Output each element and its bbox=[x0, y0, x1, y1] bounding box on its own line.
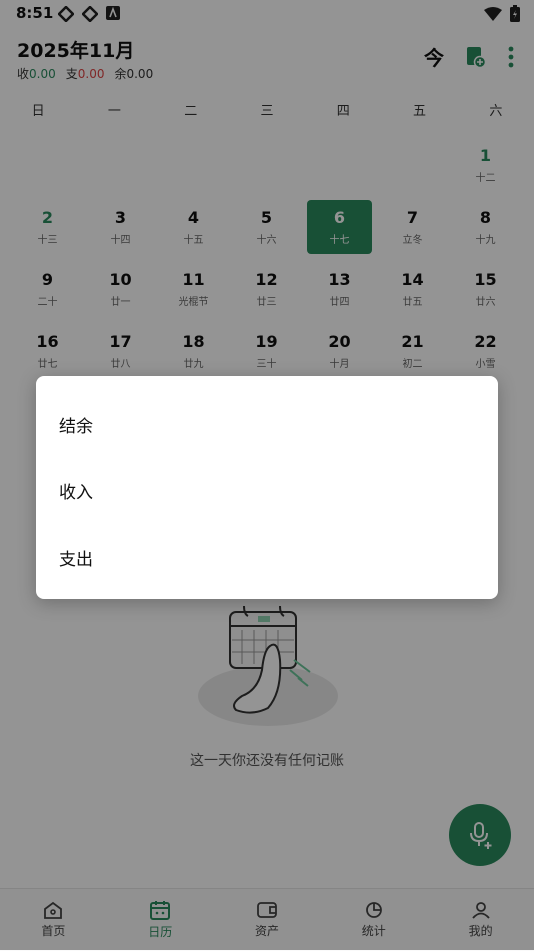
option-balance[interactable]: 结余 bbox=[59, 412, 93, 437]
option-dialog: 结余 收入 支出 bbox=[36, 376, 498, 599]
option-expense[interactable]: 支出 bbox=[59, 545, 93, 570]
option-income[interactable]: 收入 bbox=[59, 478, 93, 503]
